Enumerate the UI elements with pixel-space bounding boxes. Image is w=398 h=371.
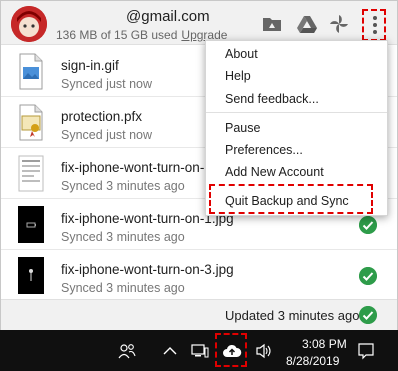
dot (373, 16, 377, 20)
notification-icon[interactable] (357, 342, 375, 360)
menu-divider (206, 112, 387, 113)
file-name: fix-iphone-wont-turn-on- (61, 160, 205, 175)
chevron-up-icon[interactable] (163, 346, 177, 356)
menu-item-help[interactable]: Help (225, 69, 251, 83)
menu-item-about[interactable]: About (225, 47, 258, 61)
last-updated-text: Updated 3 minutes ago (225, 308, 360, 323)
drive-folder-icon[interactable] (261, 13, 283, 35)
storage-text: 136 MB of 15 GB used (56, 28, 178, 42)
clock-date[interactable]: 8/28/2019 (286, 354, 339, 368)
phone-screenshot-thumb (18, 257, 44, 294)
image-file-icon (19, 53, 43, 90)
synced-check-icon (359, 267, 377, 285)
file-name: fix-iphone-wont-turn-on-3.jpg (61, 262, 234, 277)
network-icon[interactable] (191, 343, 209, 359)
dot (373, 23, 377, 27)
more-options-button[interactable] (362, 9, 386, 41)
file-status: Synced 3 minutes ago (61, 230, 185, 244)
certificate-file-icon (19, 104, 43, 141)
phone-screenshot-thumb (18, 155, 44, 192)
google-drive-icon[interactable] (296, 13, 318, 35)
status-footer: Updated 3 minutes ago (1, 299, 397, 331)
file-name: sign-in.gif (61, 58, 119, 73)
cloud-icon-highlight-box (215, 333, 247, 367)
file-name: protection.pfx (61, 109, 143, 124)
volume-icon[interactable] (255, 343, 273, 359)
file-status: Synced 3 minutes ago (61, 179, 185, 193)
quit-highlight-box (209, 184, 373, 214)
menu-item-pause[interactable]: Pause (225, 121, 260, 135)
menu-item-add-account[interactable]: Add New Account (225, 165, 324, 179)
synced-check-icon (359, 306, 377, 324)
dot (373, 30, 377, 34)
synced-check-icon (359, 216, 377, 234)
google-photos-icon[interactable] (328, 13, 350, 35)
account-email: @gmail.com (126, 8, 210, 25)
phone-screenshot-thumb (18, 206, 44, 243)
menu-item-send-feedback[interactable]: Send feedback... (225, 92, 319, 106)
menu-item-preferences[interactable]: Preferences... (225, 143, 303, 157)
file-status: Synced just now (61, 128, 153, 142)
avatar-image (11, 6, 47, 42)
account-header: @gmail.com 136 MB of 15 GB used Upgrade (1, 1, 397, 45)
file-status: Synced 3 minutes ago (61, 281, 185, 295)
storage-usage: 136 MB of 15 GB used Upgrade (56, 28, 227, 42)
file-row[interactable]: fix-iphone-wont-turn-on-3.jpg Synced 3 m… (1, 250, 397, 301)
people-icon[interactable] (118, 343, 136, 359)
account-avatar[interactable] (11, 6, 47, 42)
clock-time[interactable]: 3:08 PM (302, 337, 347, 351)
file-status: Synced just now (61, 77, 153, 91)
